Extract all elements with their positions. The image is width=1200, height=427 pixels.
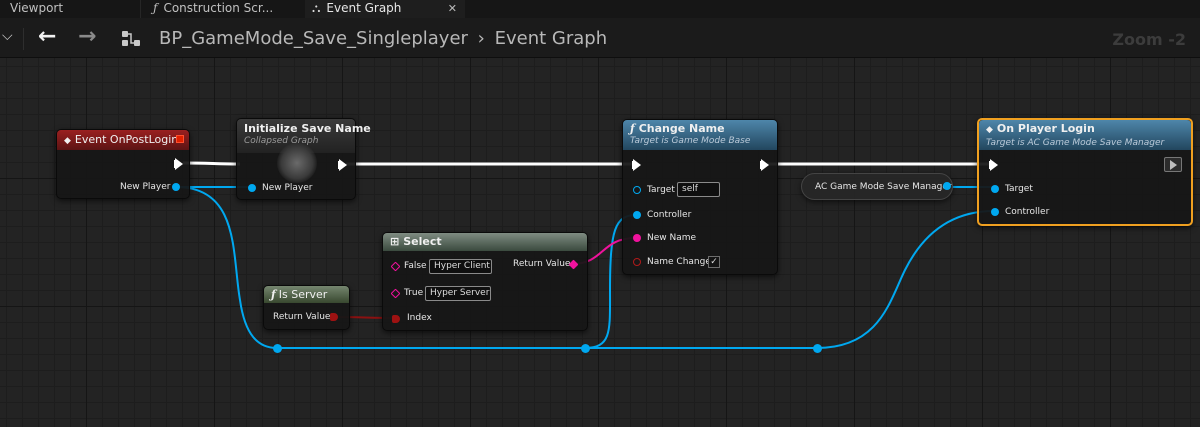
node-header: ƒ Is Server (264, 286, 349, 303)
back-arrow-icon[interactable]: ← (38, 26, 56, 48)
new-player-pin[interactable] (248, 184, 256, 192)
breadcrumb-blueprint[interactable]: BP_GameMode_Save_Singleplayer (159, 28, 468, 49)
variable-label: AC Game Mode Save Manager (815, 182, 952, 192)
close-icon[interactable]: ✕ (448, 0, 457, 17)
blueprint-graph-icon (122, 31, 140, 46)
reroute-node[interactable] (581, 344, 590, 353)
node-title: Event OnPostLogin (74, 133, 179, 146)
exec-out-pin[interactable] (338, 159, 347, 171)
node-subtitle: Target is Game Mode Base (630, 136, 751, 146)
breadcrumb-separator: › (477, 28, 485, 49)
pin-label-return-value: Return Value (513, 259, 571, 269)
exec-out-pin[interactable] (760, 159, 769, 171)
false-value-field[interactable]: Hyper Client (429, 259, 492, 274)
tab-viewport-label: Viewport (10, 1, 64, 15)
pin-label-return-value: Return Value (273, 312, 331, 322)
breadcrumb: BP_GameMode_Save_Singleplayer › Event Gr… (159, 28, 607, 49)
on-player-login-node[interactable]: ◆ On Player Login Target is AC Game Mode … (977, 118, 1193, 226)
return-value-pin[interactable] (330, 313, 338, 321)
function-icon: ƒ (271, 288, 276, 301)
controller-pin[interactable] (991, 208, 999, 216)
target-pin[interactable] (991, 185, 999, 193)
event-icon: ◆ (64, 136, 71, 146)
change-name-node[interactable]: ƒ Change Name Target is Game Mode Base Ta… (622, 119, 778, 275)
node-subtitle: Target is AC Game Mode Save Manager (986, 138, 1165, 148)
variable-output-pin[interactable] (943, 182, 951, 190)
node-title: On Player Login (996, 122, 1095, 135)
event-onpostlogin-node[interactable]: ◆ Event OnPostLogin New Player (56, 129, 190, 199)
delegate-pin[interactable] (176, 135, 184, 143)
index-pin[interactable] (392, 315, 400, 323)
target-pin[interactable] (633, 186, 641, 194)
pin-label-controller: Controller (1005, 207, 1050, 217)
initialize-save-name-node[interactable]: Initialize Save Name Collapsed Graph New… (236, 118, 371, 200)
function-icon: ƒ (630, 122, 635, 135)
save-manager-variable-node[interactable]: AC Game Mode Save Manager (801, 173, 953, 200)
node-header: ◆ Event OnPostLogin (57, 130, 189, 150)
node-title: Initialize Save Name (244, 122, 371, 135)
graph-icon: ⛬ (312, 1, 321, 15)
pin-label-new-player: New Player (262, 183, 313, 193)
new-name-pin[interactable] (633, 234, 641, 242)
pin-label-new-name: New Name (647, 233, 697, 243)
tab-viewport[interactable]: Viewport (0, 0, 140, 18)
reroute-node[interactable] (813, 344, 822, 353)
node-header: ◆ On Player Login Target is AC Game Mode … (979, 120, 1191, 150)
node-header: ⊞ Select (383, 233, 587, 251)
new-player-pin[interactable] (172, 183, 180, 191)
name-change-checkbox[interactable]: ✓ (708, 256, 720, 268)
breadcrumb-graph: Event Graph (494, 28, 608, 49)
node-title: Change Name (638, 122, 725, 135)
graph-toolbar: ⌵ ← → BP_GameMode_Save_Singleplayer › Ev… (0, 18, 1200, 58)
node-header: ƒ Change Name Target is Game Mode Base (623, 120, 777, 150)
pin-label-target: Target (1005, 184, 1033, 194)
tab-bar: Viewport ƒ Construction Scr... ⛬ Event Gra… (0, 0, 1200, 18)
select-node[interactable]: ⊞ Select False Hyper Client Return Value … (382, 232, 588, 331)
tab-event-graph-label: Event Graph (326, 1, 402, 15)
tab-construction-script-label: Construction Scr... (163, 1, 274, 15)
is-server-node[interactable]: ƒ Is Server Return Value (263, 285, 350, 330)
play-icon (1170, 160, 1177, 170)
true-pin[interactable] (390, 288, 401, 299)
controller-pin[interactable] (633, 211, 641, 219)
reroute-node[interactable] (273, 344, 282, 353)
function-icon: ƒ (153, 1, 158, 15)
expand-node-button[interactable] (1164, 157, 1182, 172)
pin-label-index: Index (407, 313, 432, 323)
pin-label-name-change: Name Change (647, 257, 711, 267)
zoom-level: Zoom -2 (1112, 30, 1186, 49)
name-change-pin[interactable] (633, 258, 641, 266)
true-value-field[interactable]: Hyper Server (425, 286, 491, 301)
exec-in-pin[interactable] (989, 159, 998, 171)
collapsed-graph-glow (277, 143, 317, 183)
tab-event-graph[interactable]: ⛬ Event Graph ✕ (305, 0, 465, 18)
select-icon: ⊞ (390, 235, 400, 248)
target-self-field[interactable]: self (677, 182, 720, 197)
node-title: Select (403, 235, 442, 248)
event-icon: ◆ (986, 125, 993, 135)
pin-label-false: False (404, 261, 427, 271)
tab-construction-script[interactable]: ƒ Construction Scr... (140, 0, 305, 18)
pin-label-new-player: New Player (120, 182, 171, 192)
pin-label-true: True (404, 288, 424, 298)
exec-in-pin[interactable] (632, 159, 641, 171)
pin-label-target: Target (647, 185, 675, 195)
exec-out-pin[interactable] (174, 158, 183, 170)
false-pin[interactable] (390, 261, 401, 272)
pin-label-controller: Controller (647, 210, 692, 220)
chevron-down-icon[interactable]: ⌵ (0, 28, 24, 50)
node-title: Is Server (278, 288, 328, 301)
graph-canvas[interactable] (0, 58, 1200, 427)
forward-arrow-icon[interactable]: → (78, 26, 96, 48)
